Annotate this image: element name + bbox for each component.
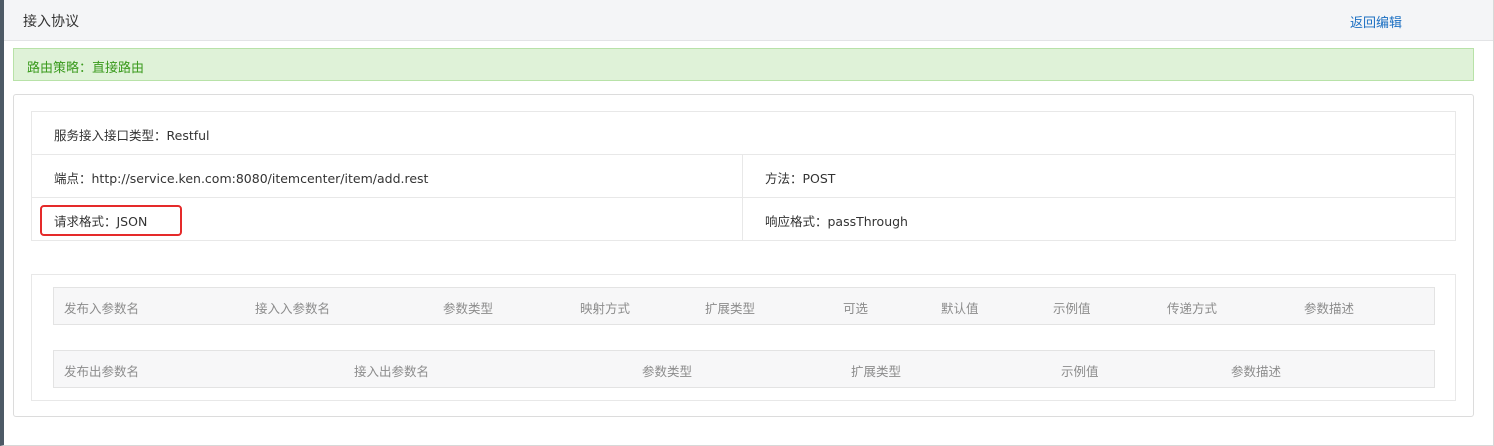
request-format-cell: 请求格式：JSON [32,198,743,241]
column-header: 接入出参数名 [354,364,430,379]
column-header: 接入入参数名 [255,301,331,316]
column-header: 传递方式 [1167,301,1218,316]
endpoint-text: 端点：http://service.ken.com:8080/itemcente… [54,171,429,186]
page-header: 接入协议 返回编辑 [4,0,1493,41]
column-header: 示例值 [1053,301,1091,316]
column-header: 参数类型 [443,301,494,316]
column-header: 映射方式 [580,301,631,316]
routing-strategy-text: 路由策略：直接路由 [27,61,145,76]
info-row-interface-type: 服务接入接口类型：Restful [32,112,1455,155]
info-row-format: 请求格式：JSON 响应格式：passThrough [32,198,1455,241]
response-format-cell: 响应格式：passThrough [743,198,1455,241]
params-section: 发布入参数名 接入入参数名 参数类型 映射方式 扩展类型 可选 默认值 示例值 … [31,274,1456,401]
interface-type-text: 服务接入接口类型：Restful [54,128,210,143]
column-header: 参数描述 [1231,364,1282,379]
protocol-page: 接入协议 返回编辑 路由策略：直接路由 服务接入接口类型：Restful 端点：… [0,0,1494,446]
column-header: 可选 [843,301,869,316]
endpoint-cell: 端点：http://service.ken.com:8080/itemcente… [32,155,743,198]
column-header: 发布出参数名 [64,364,140,379]
input-params-table-header: 发布入参数名 接入入参数名 参数类型 映射方式 扩展类型 可选 默认值 示例值 … [53,287,1435,325]
response-format-text: 响应格式：passThrough [765,214,908,229]
method-text: 方法：POST [765,171,836,186]
column-header: 扩展类型 [851,364,902,379]
method-cell: 方法：POST [743,155,1455,198]
protocol-panel: 服务接入接口类型：Restful 端点：http://service.ken.c… [13,94,1474,417]
interface-type-cell: 服务接入接口类型：Restful [32,112,1455,155]
column-header: 示例值 [1061,364,1099,379]
protocol-info-table: 服务接入接口类型：Restful 端点：http://service.ken.c… [31,111,1456,241]
column-header: 扩展类型 [705,301,756,316]
column-header: 默认值 [941,301,979,316]
column-header: 参数类型 [642,364,693,379]
column-header: 发布入参数名 [64,301,140,316]
output-params-table-header: 发布出参数名 接入出参数名 参数类型 扩展类型 示例值 参数描述 [53,350,1435,388]
request-format-highlight-box [40,205,182,236]
routing-strategy-alert: 路由策略：直接路由 [13,48,1474,81]
page-title: 接入协议 [23,14,79,30]
info-row-endpoint: 端点：http://service.ken.com:8080/itemcente… [32,155,1455,198]
back-to-edit-link[interactable]: 返回编辑 [1350,12,1402,31]
column-header: 参数描述 [1304,301,1355,316]
